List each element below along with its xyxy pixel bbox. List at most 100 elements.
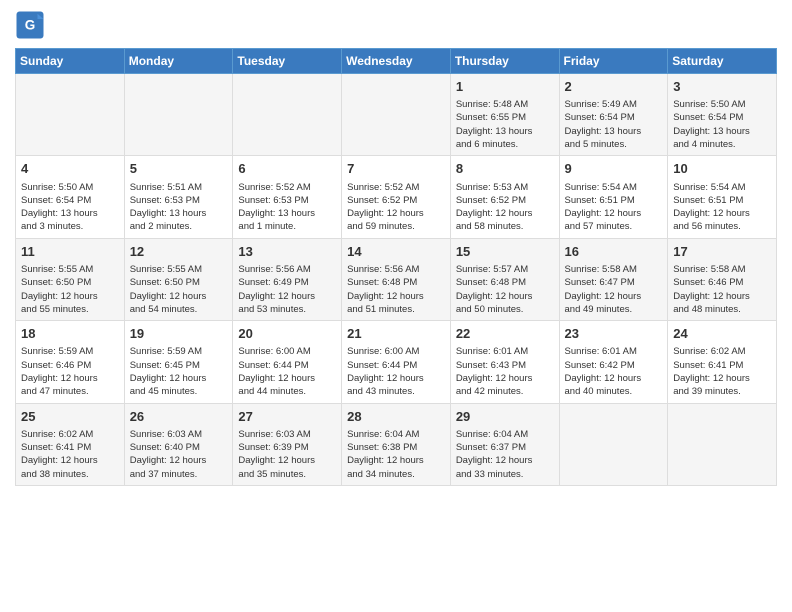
cell-content-line: and 3 minutes. — [21, 220, 119, 233]
week-row-2: 4Sunrise: 5:50 AMSunset: 6:54 PMDaylight… — [16, 156, 777, 238]
day-number: 1 — [456, 78, 554, 96]
cell-content-line: Sunrise: 6:01 AM — [456, 345, 554, 358]
calendar-cell: 22Sunrise: 6:01 AMSunset: 6:43 PMDayligh… — [450, 321, 559, 403]
cell-content-line: Daylight: 12 hours — [673, 207, 771, 220]
cell-content-line: and 37 minutes. — [130, 468, 228, 481]
cell-content-line: Sunrise: 5:53 AM — [456, 181, 554, 194]
day-number: 5 — [130, 160, 228, 178]
cell-content-line: Daylight: 12 hours — [347, 207, 445, 220]
cell-content-line: Daylight: 12 hours — [565, 207, 663, 220]
day-number: 15 — [456, 243, 554, 261]
cell-content-line: Sunset: 6:50 PM — [130, 276, 228, 289]
cell-content-line: Daylight: 12 hours — [130, 454, 228, 467]
cell-content-line: and 54 minutes. — [130, 303, 228, 316]
cell-content-line: Sunrise: 6:00 AM — [347, 345, 445, 358]
cell-content-line: Daylight: 13 hours — [565, 125, 663, 138]
calendar-header: G — [15, 10, 777, 40]
cell-content-line: Sunset: 6:48 PM — [347, 276, 445, 289]
cell-content-line: Sunrise: 6:02 AM — [21, 428, 119, 441]
calendar-cell: 23 Sunrise: 6:01 AMSunset: 6:42 PMDayligh… — [559, 321, 668, 403]
calendar-cell: 1Sunrise: 5:48 AMSunset: 6:55 PMDaylight… — [450, 74, 559, 156]
calendar-cell: 25Sunrise: 6:02 AMSunset: 6:41 PMDayligh… — [16, 403, 125, 485]
cell-content-line: Daylight: 12 hours — [565, 372, 663, 385]
day-number: 10 — [673, 160, 771, 178]
cell-content-line: Daylight: 12 hours — [130, 372, 228, 385]
cell-content-line: Sunrise: 5:54 AM — [673, 181, 771, 194]
cell-content-line: Sunrise: 6:02 AM — [673, 345, 771, 358]
day-number: 22 — [456, 325, 554, 343]
cell-content-line: and 5 minutes. — [565, 138, 663, 151]
cell-content-line: Sunrise: 5:52 AM — [238, 181, 336, 194]
cell-content-line: and 45 minutes. — [130, 385, 228, 398]
cell-content-line: Daylight: 12 hours — [130, 290, 228, 303]
cell-content-line: Daylight: 13 hours — [238, 207, 336, 220]
cell-content-line: Daylight: 12 hours — [238, 372, 336, 385]
day-header-friday: Friday — [559, 49, 668, 74]
calendar-cell: 10Sunrise: 5:54 AMSunset: 6:51 PMDayligh… — [668, 156, 777, 238]
cell-content-line: Sunrise: 5:52 AM — [347, 181, 445, 194]
calendar-cell: 7Sunrise: 5:52 AMSunset: 6:52 PMDaylight… — [342, 156, 451, 238]
cell-content-line: and 43 minutes. — [347, 385, 445, 398]
cell-content-line: Daylight: 12 hours — [347, 372, 445, 385]
cell-content-line: Sunrise: 5:55 AM — [130, 263, 228, 276]
cell-content-line: and 40 minutes. — [565, 385, 663, 398]
svg-text:G: G — [25, 18, 36, 33]
week-row-5: 25Sunrise: 6:02 AMSunset: 6:41 PMDayligh… — [16, 403, 777, 485]
calendar-cell — [342, 74, 451, 156]
day-number: 25 — [21, 408, 119, 426]
cell-content-line: Daylight: 13 hours — [130, 207, 228, 220]
calendar-cell: 24Sunrise: 6:02 AMSunset: 6:41 PMDayligh… — [668, 321, 777, 403]
cell-content-line: Sunrise: 5:51 AM — [130, 181, 228, 194]
cell-content-line: Sunset: 6:42 PM — [565, 359, 663, 372]
cell-content-line: Sunset: 6:50 PM — [21, 276, 119, 289]
cell-content-line: Sunset: 6:47 PM — [565, 276, 663, 289]
cell-content-line: and 39 minutes. — [673, 385, 771, 398]
calendar-table: SundayMondayTuesdayWednesdayThursdayFrid… — [15, 48, 777, 486]
cell-content-line: Daylight: 12 hours — [21, 290, 119, 303]
calendar-cell: 29Sunrise: 6:04 AMSunset: 6:37 PMDayligh… — [450, 403, 559, 485]
cell-content-line: Daylight: 12 hours — [673, 290, 771, 303]
cell-content-line: Sunset: 6:48 PM — [456, 276, 554, 289]
cell-content-line: Daylight: 13 hours — [456, 125, 554, 138]
cell-content-line: Sunrise: 6:01 AM — [565, 345, 663, 358]
cell-content-line: Sunset: 6:53 PM — [238, 194, 336, 207]
cell-content-line: Sunrise: 5:54 AM — [565, 181, 663, 194]
day-number: 23 — [565, 325, 663, 343]
calendar-cell: 21Sunrise: 6:00 AMSunset: 6:44 PMDayligh… — [342, 321, 451, 403]
cell-content-line: and 51 minutes. — [347, 303, 445, 316]
calendar-cell: 12Sunrise: 5:55 AMSunset: 6:50 PMDayligh… — [124, 238, 233, 320]
calendar-cell: 6Sunrise: 5:52 AMSunset: 6:53 PMDaylight… — [233, 156, 342, 238]
cell-content-line: Sunset: 6:44 PM — [238, 359, 336, 372]
calendar-cell: 27Sunrise: 6:03 AMSunset: 6:39 PMDayligh… — [233, 403, 342, 485]
cell-content-line: and 58 minutes. — [456, 220, 554, 233]
day-number: 16 — [565, 243, 663, 261]
calendar-cell: 9Sunrise: 5:54 AMSunset: 6:51 PMDaylight… — [559, 156, 668, 238]
cell-content-line: and 2 minutes. — [130, 220, 228, 233]
cell-content-line: Sunrise: 5:59 AM — [130, 345, 228, 358]
cell-content-line: Daylight: 12 hours — [673, 372, 771, 385]
day-number: 20 — [238, 325, 336, 343]
day-number: 27 — [238, 408, 336, 426]
calendar-cell — [668, 403, 777, 485]
cell-content-line: Daylight: 12 hours — [456, 207, 554, 220]
calendar-cell: 14Sunrise: 5:56 AMSunset: 6:48 PMDayligh… — [342, 238, 451, 320]
cell-content-line: Sunset: 6:41 PM — [673, 359, 771, 372]
cell-content-line: Sunset: 6:46 PM — [673, 276, 771, 289]
day-number: 4 — [21, 160, 119, 178]
cell-content-line: and 38 minutes. — [21, 468, 119, 481]
calendar-cell: 26Sunrise: 6:03 AMSunset: 6:40 PMDayligh… — [124, 403, 233, 485]
cell-content-line: Sunrise: 5:58 AM — [565, 263, 663, 276]
calendar-cell: 4Sunrise: 5:50 AMSunset: 6:54 PMDaylight… — [16, 156, 125, 238]
cell-content-line: Sunset: 6:38 PM — [347, 441, 445, 454]
day-header-tuesday: Tuesday — [233, 49, 342, 74]
calendar-cell — [16, 74, 125, 156]
cell-content-line: Daylight: 12 hours — [347, 454, 445, 467]
cell-content-line: Sunrise: 5:57 AM — [456, 263, 554, 276]
week-row-1: 1Sunrise: 5:48 AMSunset: 6:55 PMDaylight… — [16, 74, 777, 156]
cell-content-line: Daylight: 12 hours — [238, 290, 336, 303]
calendar-cell: 2Sunrise: 5:49 AMSunset: 6:54 PMDaylight… — [559, 74, 668, 156]
cell-content-line: and 47 minutes. — [21, 385, 119, 398]
calendar-cell: 5Sunrise: 5:51 AMSunset: 6:53 PMDaylight… — [124, 156, 233, 238]
day-number: 18 — [21, 325, 119, 343]
cell-content-line: Sunrise: 5:59 AM — [21, 345, 119, 358]
